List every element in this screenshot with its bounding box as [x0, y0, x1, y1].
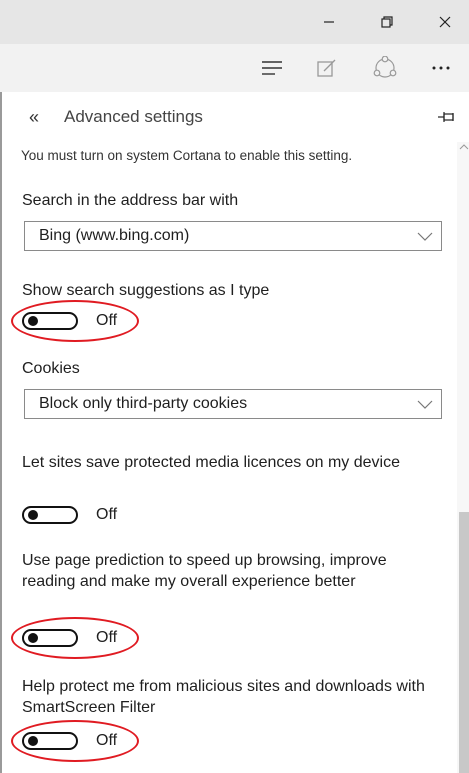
hub-icon — [262, 61, 282, 75]
search-engine-dropdown[interactable]: Bing (www.bing.com) — [24, 221, 442, 251]
toggle-knob — [28, 736, 38, 746]
search-suggestions-toggle-row: Off — [11, 300, 162, 342]
search-engine-label: Search in the address bar with — [22, 192, 239, 209]
smartscreen-state: Off — [96, 732, 118, 749]
page-prediction-toggle[interactable] — [22, 629, 78, 647]
pin-icon — [438, 112, 454, 122]
share-icon — [373, 56, 397, 78]
pin-button[interactable] — [435, 106, 459, 128]
share-button[interactable] — [362, 44, 408, 92]
media-licences-toggle-row: Off — [22, 504, 162, 528]
cookies-dropdown[interactable]: Block only third-party cookies — [24, 389, 442, 419]
cookies-value: Block only third-party cookies — [39, 395, 248, 412]
search-engine-value: Bing (www.bing.com) — [39, 227, 190, 244]
search-suggestions-toggle[interactable] — [22, 312, 78, 330]
minimize-button[interactable] — [306, 0, 352, 44]
web-note-icon — [317, 59, 336, 77]
page-prediction-label: Use page prediction to speed up browsing… — [22, 552, 387, 590]
browser-toolbar — [0, 44, 469, 92]
panel-header: « Advanced settings — [2, 92, 469, 142]
smartscreen-toggle[interactable] — [22, 732, 78, 750]
page-prediction-toggle-row: Off — [11, 617, 162, 659]
restore-icon — [381, 16, 393, 28]
close-button[interactable] — [422, 0, 468, 44]
media-licences-label: Let sites save protected media licences … — [22, 454, 400, 471]
toggle-knob — [28, 316, 38, 326]
chevron-down-icon — [417, 400, 433, 409]
media-licences-toggle[interactable] — [22, 506, 78, 524]
web-note-button[interactable] — [304, 44, 350, 92]
restore-button[interactable] — [364, 0, 410, 44]
advanced-settings-panel: « Advanced settings You must turn on sys… — [0, 92, 469, 773]
more-button[interactable] — [418, 44, 464, 92]
search-suggestions-state: Off — [96, 312, 118, 329]
close-icon — [439, 16, 451, 28]
scrollbar-thumb[interactable] — [459, 512, 469, 773]
window-titlebar — [0, 0, 469, 44]
smartscreen-label: Help protect me from malicious sites and… — [22, 678, 425, 716]
scroll-up-arrow-icon[interactable] — [459, 142, 469, 152]
scrollbar[interactable] — [457, 142, 469, 773]
settings-scroll-area: You must turn on system Cortana to enabl… — [2, 142, 457, 773]
back-button[interactable]: « — [22, 106, 46, 128]
page-prediction-state: Off — [96, 629, 118, 646]
panel-title: Advanced settings — [64, 107, 203, 126]
cookies-label: Cookies — [22, 360, 80, 377]
toggle-knob — [28, 633, 38, 643]
hub-button[interactable] — [249, 44, 295, 92]
more-icon — [432, 66, 450, 70]
media-licences-state: Off — [96, 506, 118, 523]
chevron-down-icon — [417, 232, 433, 241]
toggle-knob — [28, 510, 38, 520]
search-suggestions-label: Show search suggestions as I type — [22, 282, 270, 299]
back-icon: « — [28, 106, 39, 127]
minimize-icon — [324, 21, 334, 23]
cortana-note: You must turn on system Cortana to enabl… — [21, 148, 353, 163]
smartscreen-toggle-row: Off — [11, 720, 162, 762]
